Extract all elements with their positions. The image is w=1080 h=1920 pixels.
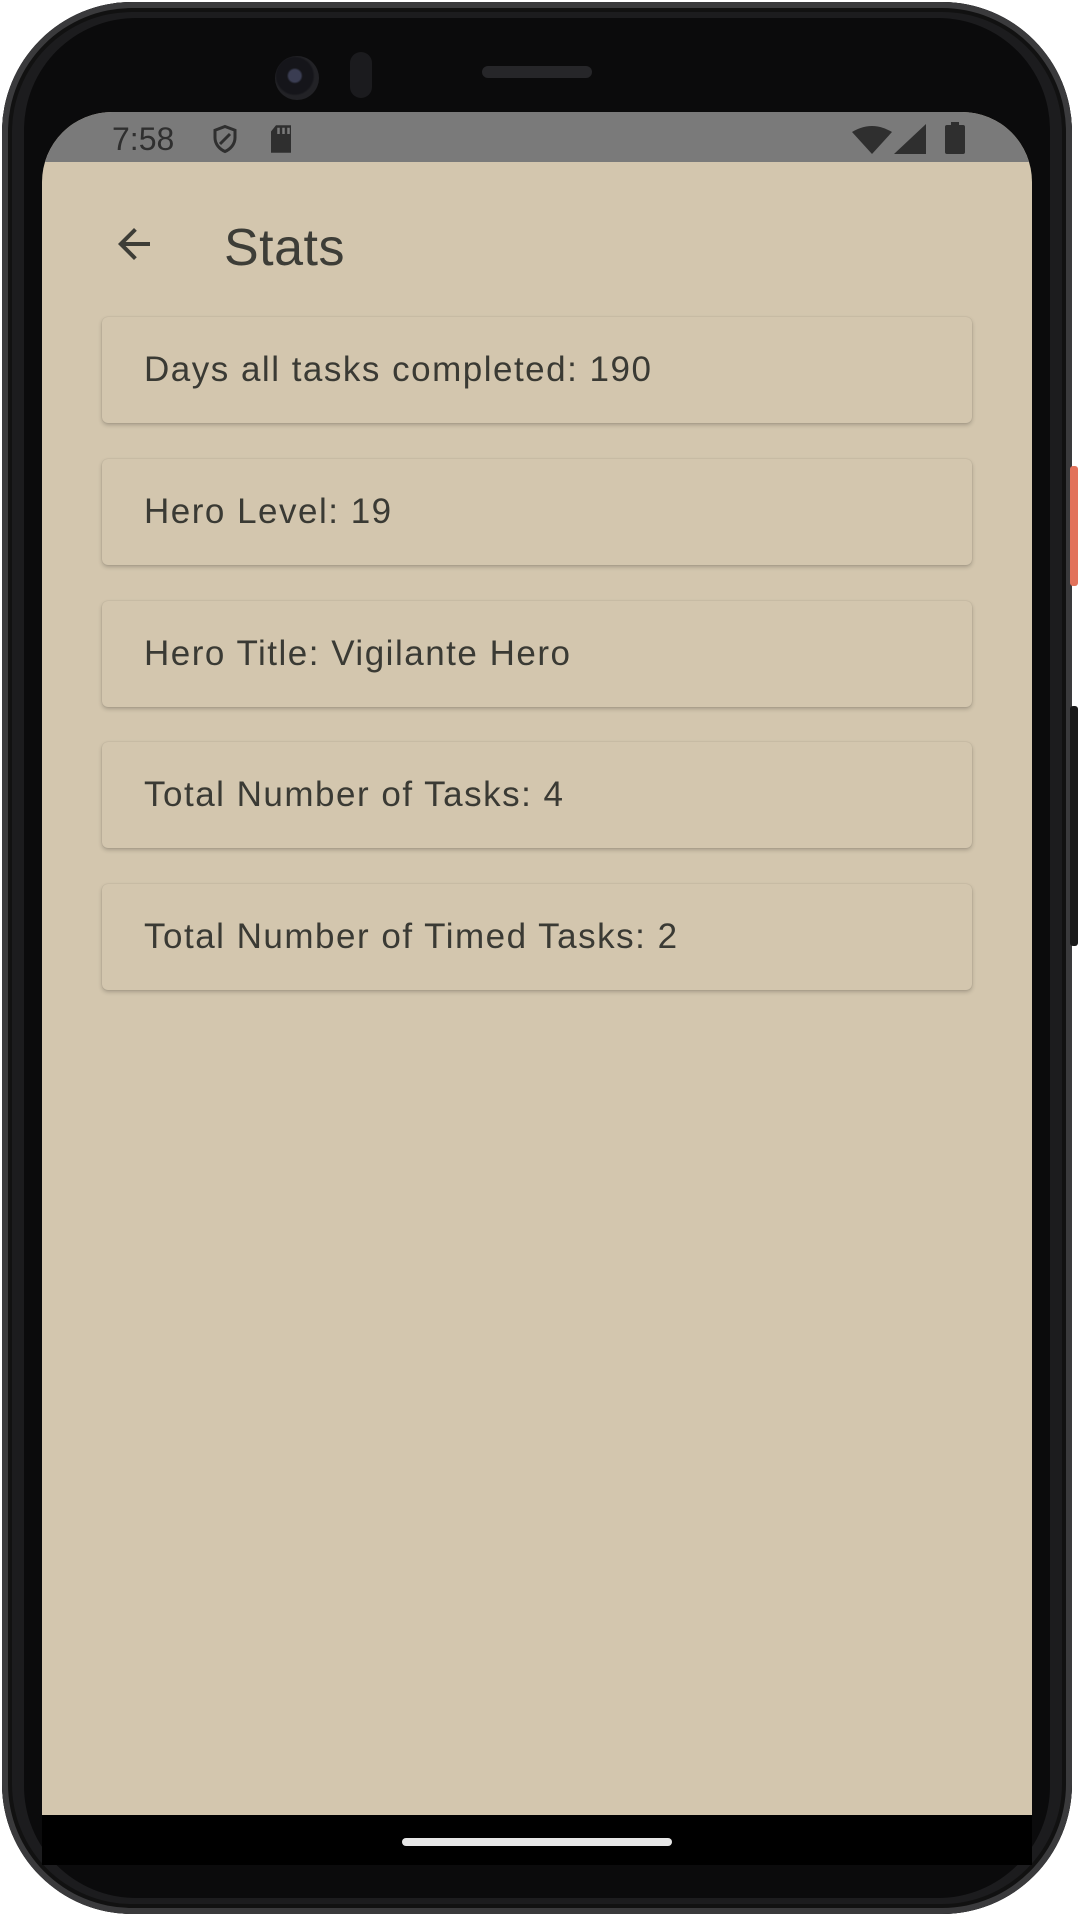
proximity-sensor bbox=[350, 52, 372, 98]
app-bar: Stats bbox=[42, 162, 1032, 312]
stat-card-timed-tasks[interactable]: Total Number of Timed Tasks: 2 bbox=[102, 884, 972, 990]
wifi-icon bbox=[852, 126, 892, 159]
stat-label: Days all tasks completed: 190 bbox=[144, 350, 653, 389]
stat-label: Hero Level: 19 bbox=[144, 492, 393, 531]
earpiece-speaker bbox=[482, 66, 592, 78]
volume-button[interactable] bbox=[1070, 706, 1078, 946]
signal-icon bbox=[894, 124, 926, 159]
battery-icon bbox=[944, 122, 966, 159]
front-camera bbox=[275, 56, 319, 100]
page-title: Stats bbox=[224, 219, 345, 277]
stat-card-hero-level[interactable]: Hero Level: 19 bbox=[102, 459, 972, 565]
stat-card-hero-title[interactable]: Hero Title: Vigilante Hero bbox=[102, 601, 972, 707]
stat-card-total-tasks[interactable]: Total Number of Tasks: 4 bbox=[102, 742, 972, 848]
stat-label: Total Number of Tasks: 4 bbox=[144, 775, 565, 814]
stat-label: Hero Title: Vigilante Hero bbox=[144, 634, 572, 673]
stat-label: Total Number of Timed Tasks: 2 bbox=[144, 917, 679, 956]
arrow-back-icon bbox=[118, 228, 150, 260]
home-indicator[interactable] bbox=[402, 1838, 672, 1846]
status-bar: 7:58 bbox=[42, 112, 1032, 162]
power-button[interactable] bbox=[1070, 466, 1078, 586]
back-button[interactable] bbox=[102, 212, 166, 276]
stat-card-days-completed[interactable]: Days all tasks completed: 190 bbox=[102, 317, 972, 423]
app-screen: 7:58 Stats Days all tasks completed: 190… bbox=[42, 112, 1032, 1815]
sd-card-icon bbox=[267, 124, 295, 159]
status-time: 7:58 bbox=[112, 121, 175, 157]
shield-icon bbox=[210, 124, 240, 159]
